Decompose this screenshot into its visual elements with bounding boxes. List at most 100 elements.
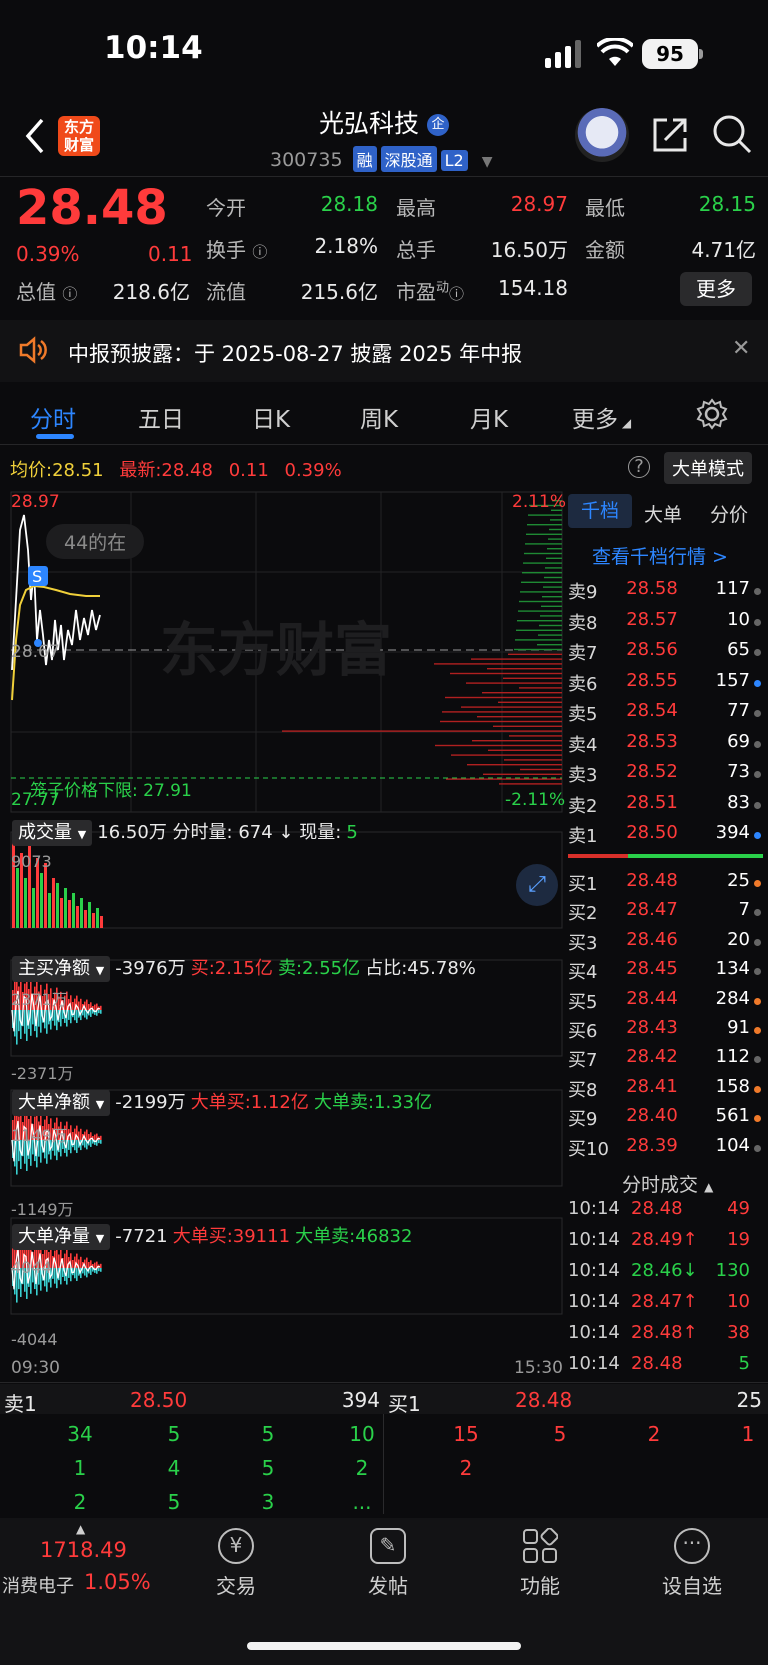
- info-icon[interactable]: ⓘ: [62, 285, 77, 303]
- ob-level-label: 买7: [568, 1050, 598, 1072]
- net-bar-up: [100, 1263, 102, 1268]
- ob-level-label: 卖2: [568, 795, 598, 817]
- info-icon[interactable]: ⓘ: [252, 243, 267, 261]
- ob-flag-dot: [754, 909, 761, 917]
- bid-row[interactable]: 买1 28.48 25: [568, 870, 764, 898]
- orderbook-tab-depth[interactable]: 千档: [568, 494, 632, 528]
- net-bar-down: [54, 1010, 56, 1026]
- queue-bid-vol: 25: [736, 1388, 762, 1412]
- nav-watchlist[interactable]: ··· 设自选: [642, 1528, 742, 1599]
- net-bar-down: [98, 1140, 100, 1144]
- ob-flag-dot: [754, 880, 761, 887]
- depth-bar: [451, 754, 562, 756]
- ob-price: 28.50: [626, 822, 678, 843]
- net-bar-down: [100, 1010, 102, 1014]
- net-bar-down: [68, 1140, 70, 1150]
- more-button[interactable]: 更多: [680, 272, 752, 306]
- bid-row[interactable]: 买8 28.41 158: [568, 1076, 764, 1104]
- net-bar-up: [64, 1253, 66, 1268]
- bid-row[interactable]: 买6 28.43 91: [568, 1017, 764, 1045]
- ob-price: 28.41: [626, 1075, 678, 1097]
- caret-up-icon: ▲: [76, 1522, 86, 1536]
- expand-icon[interactable]: ⤢: [516, 864, 558, 906]
- chevron-down-icon[interactable]: ▼: [482, 154, 493, 170]
- index-value[interactable]: 1718.49: [40, 1538, 127, 1562]
- stock-code: 300735: [270, 149, 343, 171]
- trade-time: 10:14: [568, 1229, 620, 1250]
- queue-cell: 5: [261, 1456, 275, 1480]
- ask-row[interactable]: 卖6 28.55 157: [568, 670, 764, 698]
- ob-level-label: 卖1: [568, 826, 598, 847]
- ask-row[interactable]: 卖3 28.52 73: [568, 761, 764, 789]
- close-icon[interactable]: ✕: [732, 336, 750, 361]
- depth-bar: [442, 711, 562, 713]
- depth-bar: [467, 764, 562, 766]
- ask-row[interactable]: 卖2 28.51 83: [568, 792, 764, 820]
- tab-daily-k[interactable]: 日K: [252, 400, 290, 434]
- depth-bar: [527, 524, 562, 526]
- trades-title[interactable]: 分时成交 ▲: [622, 1170, 713, 1197]
- volume-bar: [92, 913, 95, 928]
- orderbook-tab-price[interactable]: 分价: [710, 500, 748, 527]
- ask-row[interactable]: 卖5 28.54 77: [568, 700, 764, 728]
- tab-monthly-k[interactable]: 月K: [470, 400, 508, 434]
- net-bar-down: [84, 1268, 86, 1276]
- volume-bar: [88, 902, 91, 928]
- orderbook-tab-big[interactable]: 大单: [644, 500, 682, 527]
- bid-row[interactable]: 买9 28.40 561: [568, 1105, 764, 1133]
- battery-tip: [699, 49, 703, 59]
- net-bar-up: [94, 1004, 96, 1010]
- queue-cell: 2: [355, 1456, 369, 1480]
- depth-bar: [544, 576, 562, 579]
- indicator-select-big-net[interactable]: 大单净额 ▼: [12, 1090, 111, 1116]
- bid-row[interactable]: 买3 28.46 20: [568, 929, 764, 957]
- nav-trade[interactable]: ¥ 交易: [186, 1528, 286, 1599]
- index-percent[interactable]: 1.05%: [84, 1570, 151, 1594]
- share-icon[interactable]: [651, 116, 689, 154]
- nav-post[interactable]: ✎ 发帖: [338, 1528, 438, 1599]
- net-bar-down: [76, 1010, 78, 1023]
- info-icon[interactable]: ⓘ: [449, 285, 464, 303]
- queue-cell: 15: [453, 1422, 479, 1446]
- bid-row[interactable]: 买7 28.42 112: [568, 1046, 764, 1074]
- bid-row[interactable]: 买10 28.39 104: [568, 1135, 764, 1163]
- ask-row[interactable]: 卖1 28.50 394: [568, 822, 764, 850]
- depth-bar: [537, 644, 562, 646]
- bid-row[interactable]: 买2 28.47 7: [568, 899, 764, 927]
- search-icon[interactable]: [712, 114, 752, 154]
- speaker-icon: [19, 336, 47, 364]
- indicator-select-big-vol[interactable]: 大单净量 ▼: [12, 1224, 111, 1250]
- ask-row[interactable]: 卖8 28.57 10: [568, 609, 764, 637]
- tab-five-day[interactable]: 五日: [138, 400, 184, 434]
- tab-more[interactable]: 更多 ◢: [572, 400, 631, 434]
- depth-bar: [549, 528, 562, 531]
- big-order-mode-button[interactable]: 大单模式: [664, 452, 752, 484]
- indicator-row-big-net: 大单净额 ▼ -2199万 大单买:1.12亿 大单卖:1.33亿: [12, 1088, 432, 1116]
- depth-bar: [440, 720, 562, 723]
- ob-volume: 284: [715, 987, 750, 1009]
- viewers-pill[interactable]: 44的在: [46, 524, 145, 559]
- ob-flag-dot: [754, 1115, 761, 1123]
- tab-intraday[interactable]: 分时: [30, 400, 76, 434]
- index-name[interactable]: 消费电子: [2, 1572, 74, 1598]
- net-bar-up: [86, 1129, 88, 1140]
- help-icon[interactable]: ?: [628, 456, 650, 478]
- bid-row[interactable]: 买5 28.44 284: [568, 988, 764, 1016]
- ob-level-label: 买5: [568, 991, 598, 1013]
- queue-cell: 5: [167, 1490, 181, 1514]
- more-dots-icon: ···: [674, 1528, 710, 1564]
- ob-volume: 104: [715, 1134, 750, 1156]
- settings-gear-icon[interactable]: [696, 398, 728, 430]
- view-depth-link[interactable]: 查看千档行情 >: [592, 542, 728, 569]
- bid-row[interactable]: 买4 28.45 134: [568, 958, 764, 986]
- nav-functions[interactable]: 功能: [490, 1527, 590, 1599]
- assistant-avatar[interactable]: [575, 108, 629, 162]
- ask-row[interactable]: 卖9 28.58 117: [568, 578, 764, 606]
- queue-cell: 4: [167, 1456, 181, 1480]
- ask-row[interactable]: 卖4 28.53 69: [568, 731, 764, 759]
- ask-row[interactable]: 卖7 28.56 65: [568, 639, 764, 667]
- indicator-select-volume[interactable]: 成交量 ▼: [12, 820, 93, 846]
- tab-weekly-k[interactable]: 周K: [360, 400, 398, 434]
- net-bar-down: [100, 1268, 102, 1272]
- indicator-select-main-net[interactable]: 主买净额 ▼: [12, 956, 111, 982]
